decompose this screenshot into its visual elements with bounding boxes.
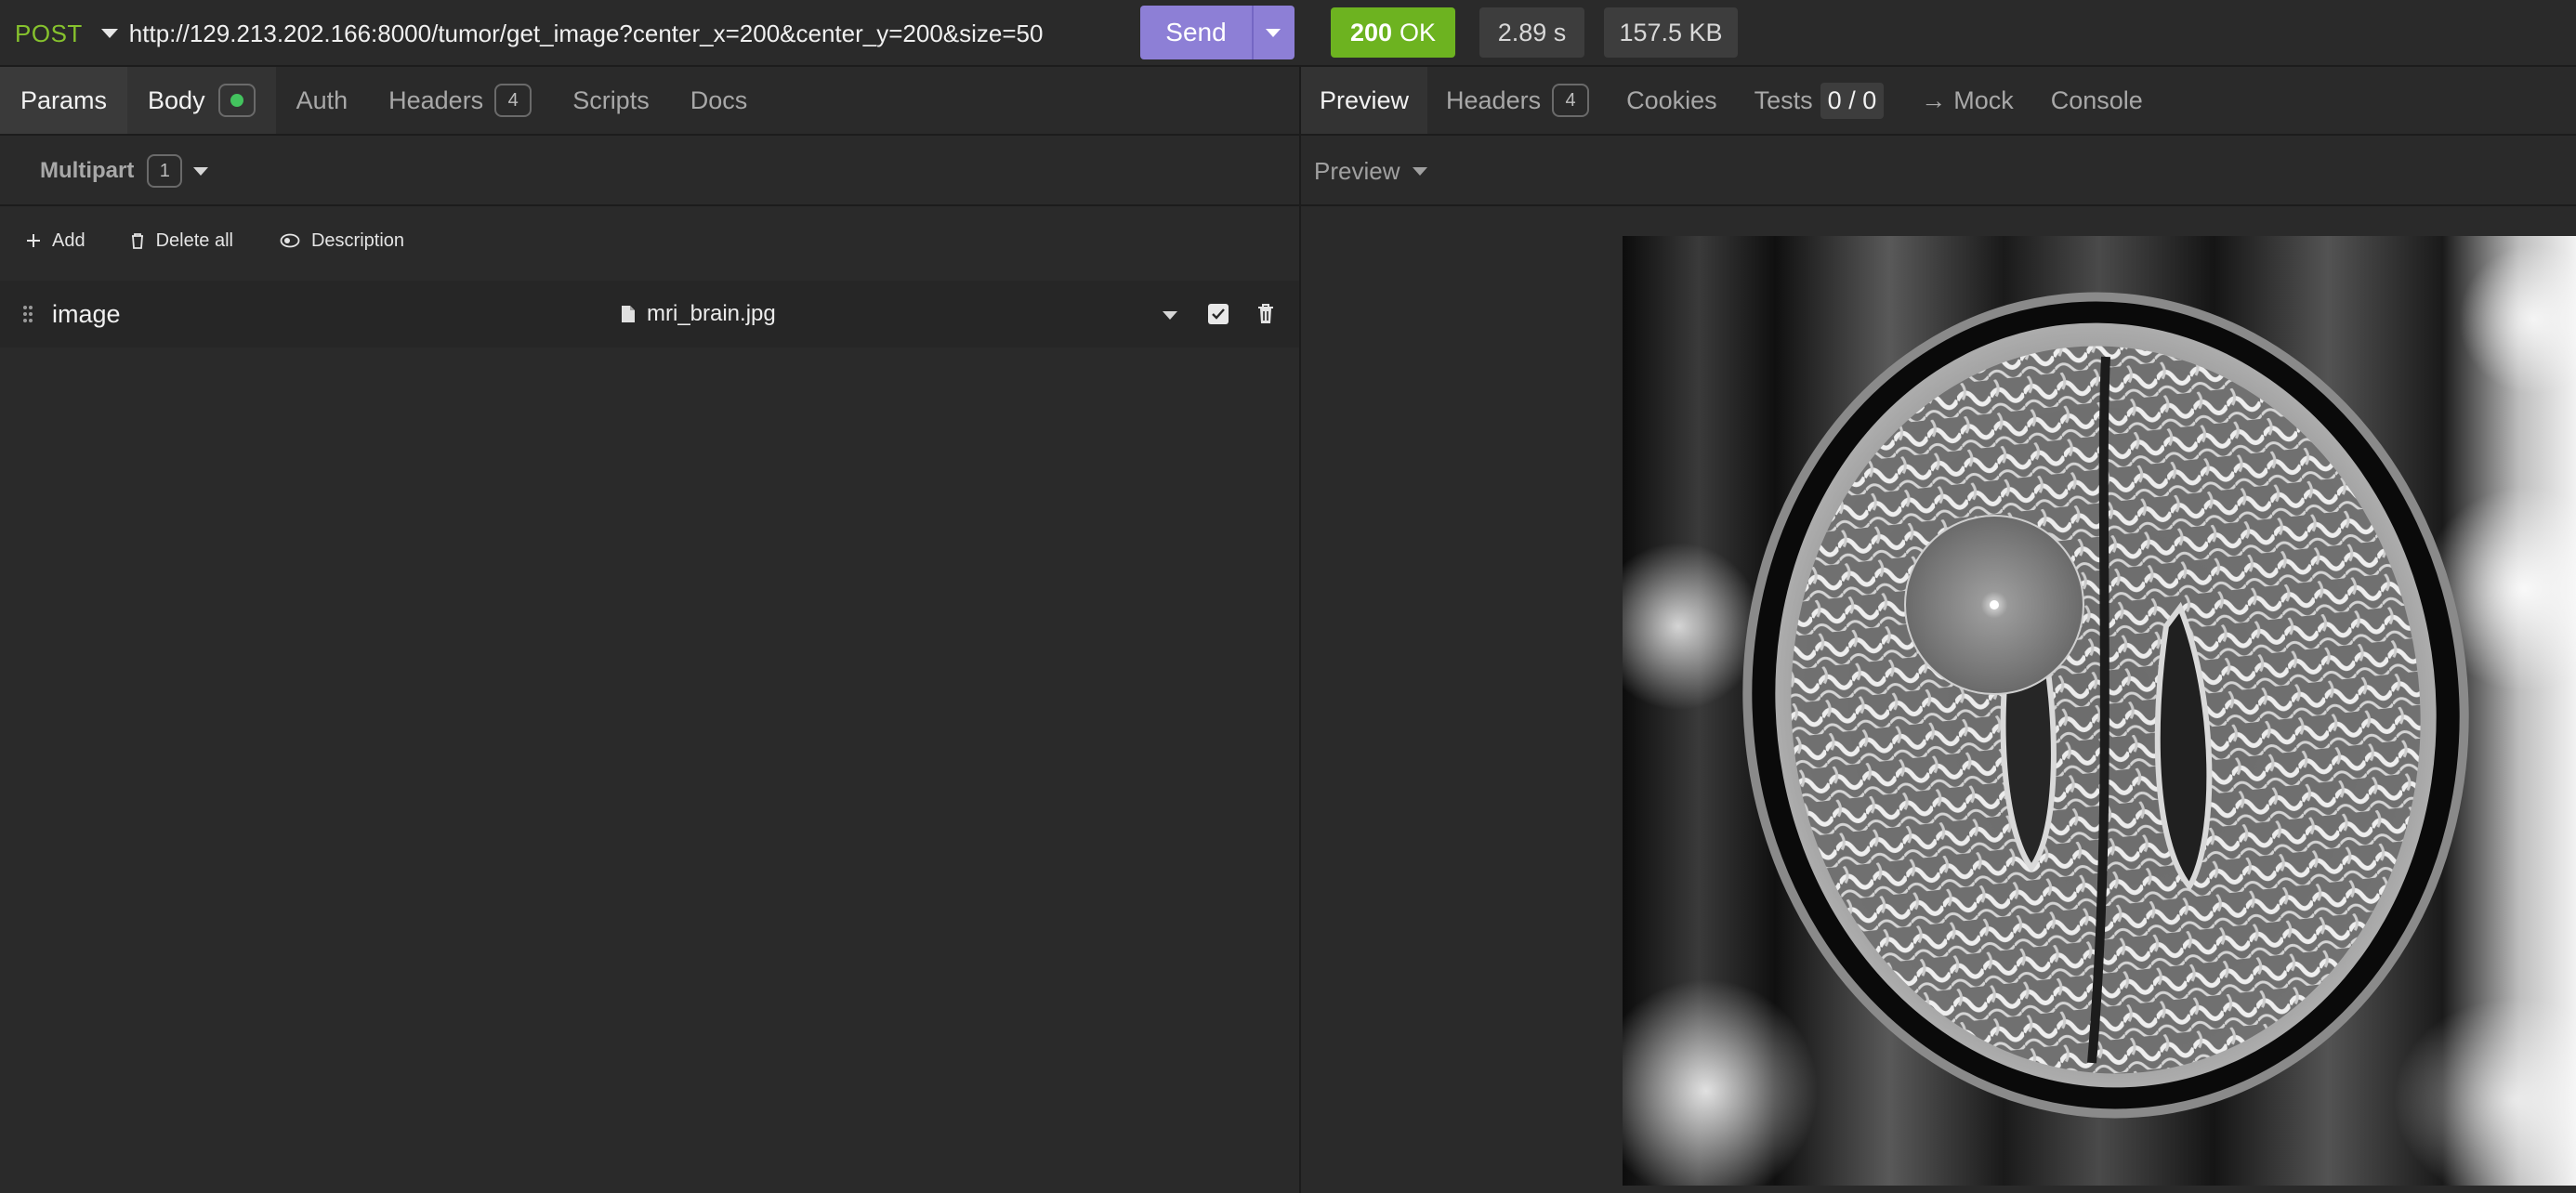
file-name: mri_brain.jpg <box>647 301 776 326</box>
tab-params[interactable]: Params <box>0 67 128 134</box>
body-type-row: Multipart 1 <box>0 138 1299 206</box>
url-area: POST http://129.213.202.166:8000/tumor/g… <box>0 0 1301 67</box>
tab-scripts-label: Scripts <box>572 85 650 114</box>
status-code: 200 <box>1349 18 1393 46</box>
tab-headers-label: Headers <box>388 85 484 114</box>
tab-cookies-label: Cookies <box>1626 85 1717 114</box>
delete-all-label: Delete all <box>155 229 233 251</box>
request-tabs: Params Body Auth Headers 4 Scripts Docs <box>0 67 1299 136</box>
send-button[interactable]: Send <box>1140 6 1295 59</box>
preview-mode-row: Preview <box>1301 138 2576 206</box>
drag-handle-icon[interactable] <box>22 305 33 323</box>
send-button-divider <box>1252 6 1254 59</box>
tab-preview-label: Preview <box>1320 85 1410 114</box>
tab-mock-label: Mock <box>1953 85 2014 114</box>
description-label: Description <box>310 229 405 251</box>
chevron-down-icon[interactable] <box>1413 166 1428 176</box>
request-bar: POST http://129.213.202.166:8000/tumor/g… <box>0 0 2576 67</box>
preview-mode-selector[interactable]: Preview <box>1314 157 1400 186</box>
file-picker[interactable]: mri_brain.jpg <box>621 281 776 347</box>
tab-params-label: Params <box>20 85 108 114</box>
arrow-right-icon: → <box>1921 85 1947 114</box>
tests-count-badge: 0 / 0 <box>1820 82 1885 119</box>
trash-icon <box>131 233 143 249</box>
tab-body[interactable]: Body <box>127 67 276 134</box>
body-status-badge <box>217 84 256 117</box>
tab-tests-label: Tests <box>1754 85 1813 114</box>
pane-divider[interactable] <box>1299 67 1301 1193</box>
checkbox-icon[interactable] <box>1208 304 1229 324</box>
multipart-count-badge: 1 <box>147 154 183 188</box>
tab-console[interactable]: Console <box>2032 67 2162 134</box>
trash-icon[interactable] <box>1256 303 1275 325</box>
status-text: OK <box>1400 18 1437 46</box>
body-type-selector[interactable]: Multipart <box>40 158 134 184</box>
chevron-down-icon[interactable] <box>193 166 209 176</box>
headers-count-badge: 4 <box>494 84 532 117</box>
body-actions: Add Delete all Description <box>0 208 1299 273</box>
tab-headers[interactable]: Headers 4 <box>368 67 552 134</box>
field-name-input[interactable]: image <box>52 300 121 329</box>
send-button-label[interactable]: Send <box>1140 18 1252 47</box>
tab-auth-label: Auth <box>296 85 348 114</box>
status-badge: 200 OK <box>1331 7 1455 58</box>
tab-response-headers-label: Headers <box>1446 85 1542 114</box>
file-icon <box>622 306 635 322</box>
response-time-badge: 2.89 s <box>1479 7 1584 58</box>
mri-brain-image <box>1623 236 2576 1186</box>
tab-preview[interactable]: Preview <box>1301 67 1428 134</box>
add-field-button[interactable]: Add <box>26 230 85 252</box>
response-image-preview <box>1623 236 2576 1186</box>
tab-scripts[interactable]: Scripts <box>552 67 670 134</box>
eye-toggle-icon <box>280 233 300 248</box>
tab-auth[interactable]: Auth <box>276 67 369 134</box>
method-selector[interactable]: POST <box>15 20 83 48</box>
response-headers-count-badge: 4 <box>1552 84 1590 117</box>
tab-docs-label: Docs <box>690 85 748 114</box>
tab-response-headers[interactable]: Headers 4 <box>1427 67 1608 134</box>
chevron-down-icon[interactable] <box>1163 311 1177 320</box>
tab-docs[interactable]: Docs <box>670 67 769 134</box>
chevron-down-icon[interactable] <box>100 29 118 38</box>
tab-cookies[interactable]: Cookies <box>1608 67 1736 134</box>
tab-body-label: Body <box>148 85 205 114</box>
response-size-badge: 157.5 KB <box>1604 7 1738 58</box>
description-toggle[interactable]: Description <box>280 230 404 252</box>
multipart-field-row[interactable]: image mri_brain.jpg <box>0 281 1299 347</box>
chevron-down-icon[interactable] <box>1266 28 1281 37</box>
checkmark-icon <box>1212 308 1225 320</box>
add-field-label: Add <box>52 229 85 251</box>
plus-icon <box>27 234 40 247</box>
tab-console-label: Console <box>2050 85 2143 114</box>
tab-mock[interactable]: → Mock <box>1902 67 2032 134</box>
tab-tests[interactable]: Tests 0 / 0 <box>1736 67 1903 134</box>
delete-all-button[interactable]: Delete all <box>130 230 233 252</box>
url-input[interactable]: http://129.213.202.166:8000/tumor/get_im… <box>129 20 1044 48</box>
response-tabs: Preview Headers 4 Cookies Tests 0 / 0 → … <box>1301 67 2576 136</box>
status-dot-icon <box>230 94 243 107</box>
